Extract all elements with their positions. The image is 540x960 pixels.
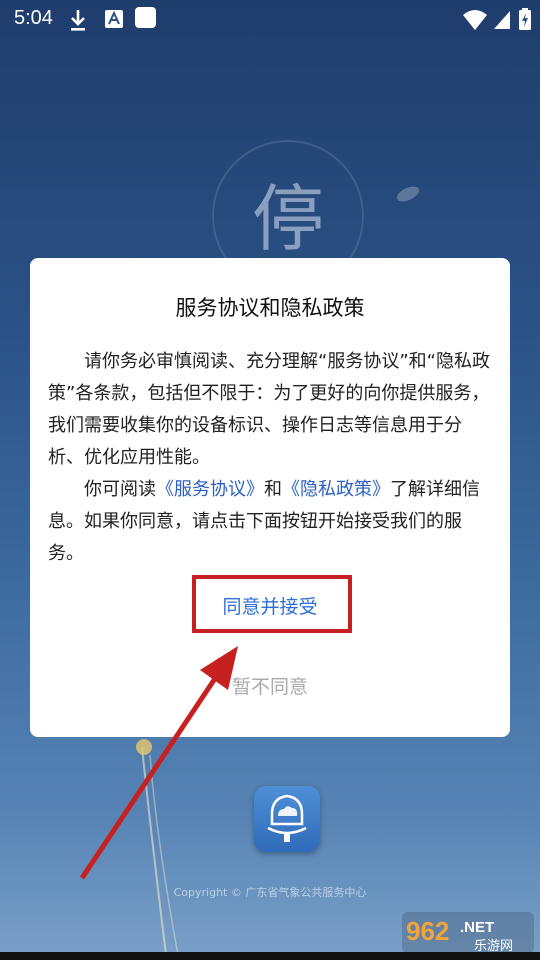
status-time: 5:04 — [14, 7, 53, 29]
paragraph-2-and: 和 — [264, 479, 282, 500]
dialog-title: 服务协议和隐私政策 — [175, 296, 365, 320]
decline-button[interactable]: 暂不同意 — [30, 672, 510, 699]
background-title-char: 停 — [252, 177, 325, 261]
paragraph-2-prefix: 你可阅读 — [84, 479, 156, 500]
status-bar: 5:04 — [0, 0, 540, 40]
battery-charging-icon — [519, 8, 531, 30]
font-a-icon — [105, 10, 123, 28]
service-agreement-link[interactable]: 《服务协议》 — [156, 479, 264, 500]
signal-icon — [494, 11, 510, 29]
navigation-bar — [0, 952, 540, 960]
background-leaf — [394, 183, 422, 205]
dandelion-illustration — [136, 739, 179, 955]
privacy-policy-link[interactable]: 《隐私政策》 — [282, 479, 390, 500]
privacy-dialog: 服务协议和隐私政策 请你务必审慎阅读、充分理解“服务协议”和“隐私政策”各条款，… — [30, 258, 510, 737]
download-icon — [71, 10, 85, 31]
dialog-paragraph-1: 请你务必审慎阅读、充分理解“服务协议”和“隐私政策”各条款，包括但不限于：为了更… — [48, 351, 490, 468]
watermark-brand: 962 — [406, 916, 449, 946]
notification-square-icon — [135, 7, 156, 28]
dialog-paragraph-2: 你可阅读《服务协议》和《隐私政策》了解详细信息。如果你同意，请点击下面按钮开始接… — [48, 474, 496, 570]
copyright-text: Copyright © 广东省气象公共服务中心 — [173, 886, 367, 899]
bell-cloud-icon — [267, 794, 307, 842]
app-logo — [254, 786, 320, 852]
watermark-logo: 962 .NET 乐游网 — [402, 912, 534, 954]
highlight-annotation-box — [192, 575, 352, 633]
dialog-body: 请你务必审慎阅读、充分理解“服务协议”和“隐私政策”各条款，包括但不限于：为了更… — [48, 346, 496, 570]
wifi-icon — [463, 10, 487, 30]
watermark-net: .NET — [460, 919, 494, 936]
